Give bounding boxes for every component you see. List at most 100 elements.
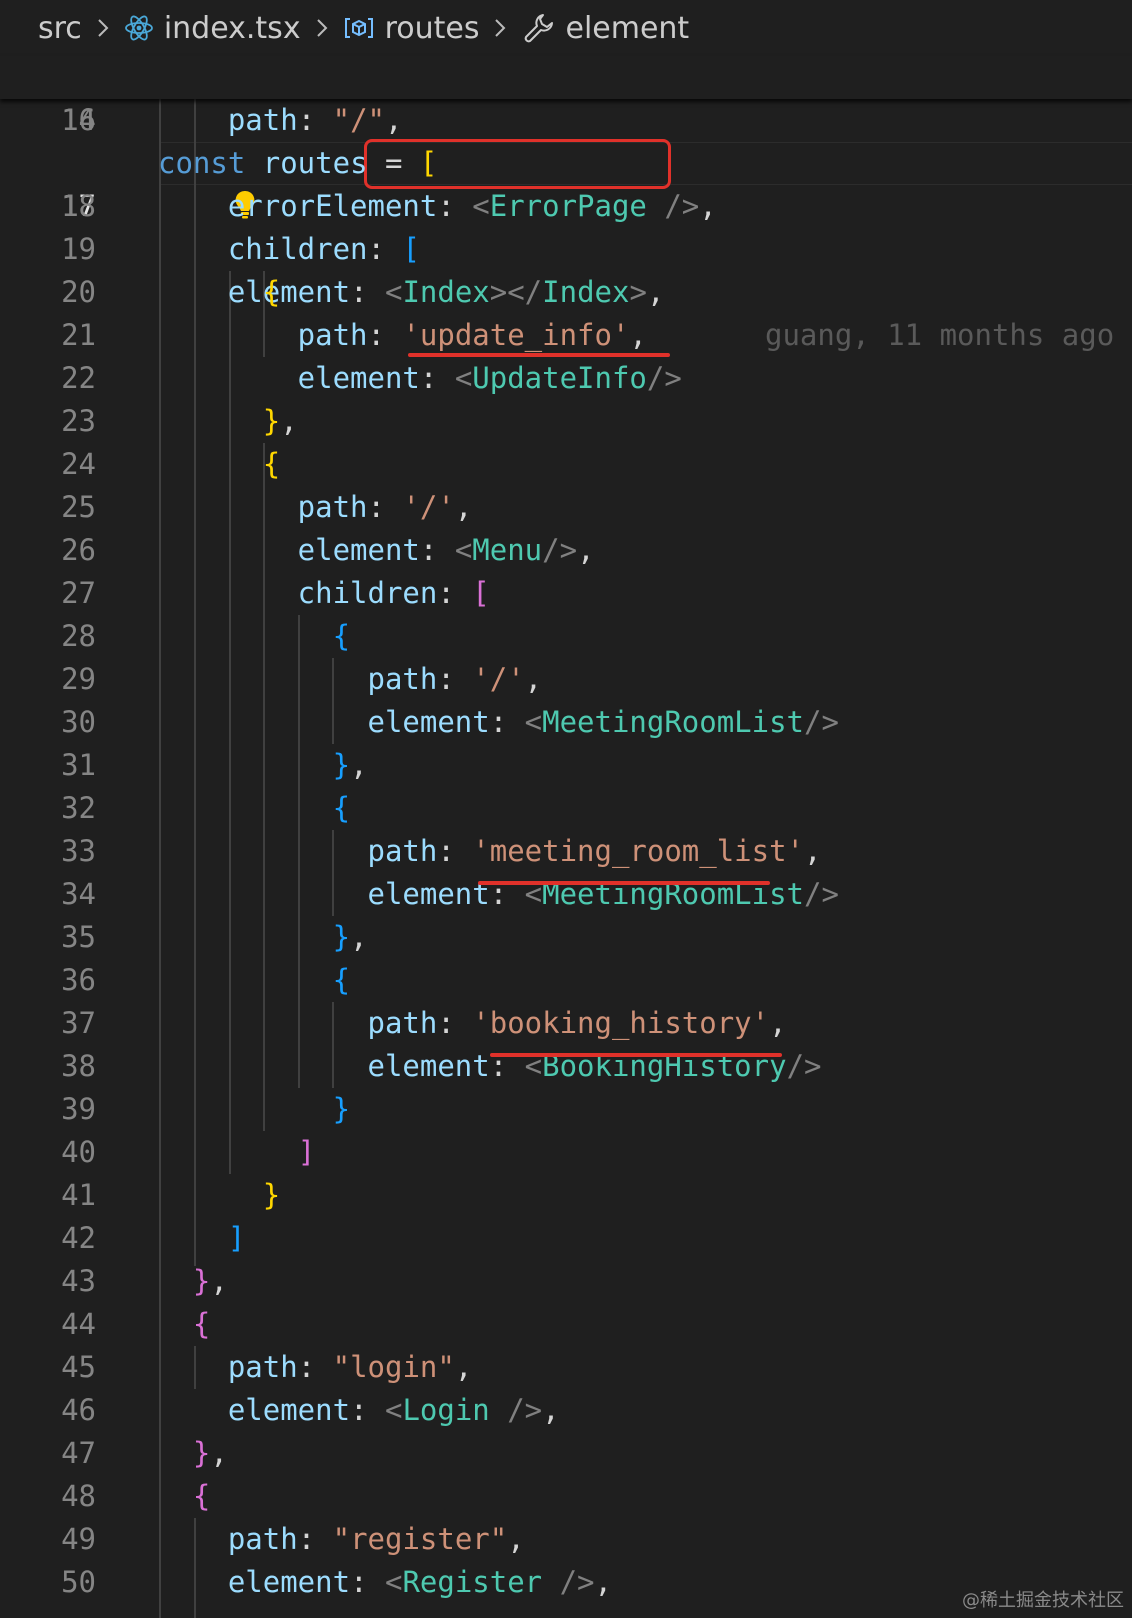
code-editor[interactable]: 16 path: "/", 17 element: <Index></Index… — [0, 99, 1132, 1618]
breadcrumb-item-src[interactable]: src — [38, 11, 82, 46]
line-code: element: <BookingHistory/> — [158, 1045, 822, 1088]
line-number: 22 — [61, 361, 96, 395]
code-line: 42 ] — [0, 1217, 1132, 1260]
code-token: element — [158, 533, 420, 567]
code-token: : — [489, 705, 525, 739]
line-code: } — [158, 1088, 350, 1131]
line-code: path: "/", — [158, 99, 403, 142]
code-token: element — [158, 1393, 351, 1427]
code-token: , — [804, 834, 822, 868]
line-code: children: [ — [158, 228, 420, 271]
breadcrumb-item-element[interactable]: element — [521, 11, 689, 46]
code-line: 33 path: 'meeting_room_list', — [0, 830, 1132, 873]
code-line: 45 path: "login", — [0, 1346, 1132, 1389]
code-line: 35 }, — [0, 916, 1132, 959]
code-token: } — [332, 1092, 351, 1126]
code-token: : — [367, 318, 403, 352]
code-line: 18 errorElement: <ErrorPage />, — [0, 185, 1132, 228]
chevron-right-icon — [493, 17, 507, 39]
code-token: , — [280, 404, 298, 438]
code-token: , — [542, 1393, 560, 1427]
breadcrumb-item-file[interactable]: index.tsx — [124, 11, 301, 46]
code-token: [ — [402, 232, 420, 266]
line-code: { — [158, 959, 350, 1002]
line-number: 49 — [61, 1522, 96, 1556]
code-token: /> — [786, 1049, 822, 1083]
line-code: path: 'booking_history', — [158, 1002, 787, 1045]
line-number: 35 — [61, 920, 96, 954]
code-token: /> — [489, 1393, 543, 1427]
code-token: /> — [804, 877, 839, 911]
annotation-underline — [490, 1053, 782, 1057]
code-token: < — [454, 361, 473, 395]
chevron-right-icon — [96, 17, 110, 39]
code-token: , — [629, 318, 647, 352]
line-number: 14 — [61, 103, 96, 137]
code-line: 30 element: <MeetingRoomList/> — [0, 701, 1132, 744]
code-token: : — [437, 189, 473, 223]
code-token: 'booking_history' — [472, 1006, 770, 1040]
code-line: 37 path: 'booking_history', — [0, 1002, 1132, 1045]
code-token: , — [210, 1436, 228, 1470]
sticky-scroll-header[interactable]: 14 const routes = [ — [0, 56, 1132, 180]
watermark: @稀土掘金技术社区 — [962, 1590, 1124, 1611]
line-number: 39 — [61, 1092, 96, 1126]
breadcrumb-label: src — [38, 10, 82, 46]
line-code: element: <Register />, — [158, 1561, 612, 1604]
code-token: 'update_info' — [402, 318, 630, 352]
line-code: }, — [158, 1260, 228, 1303]
code-token: , — [350, 748, 368, 782]
code-token: element — [158, 705, 490, 739]
annotation-underline — [408, 353, 670, 357]
line-number: 40 — [61, 1135, 96, 1169]
line-number: 24 — [61, 447, 96, 481]
line-code: children: [ — [158, 572, 490, 615]
code-token: , — [350, 920, 368, 954]
line-code: ] — [158, 1217, 245, 1260]
annotation-underline — [478, 881, 770, 885]
code-line: 39 } — [0, 1088, 1132, 1131]
breadcrumb-label: element — [565, 10, 690, 46]
code-token: { — [332, 963, 351, 997]
line-number: 34 — [61, 877, 96, 911]
line-number: 33 — [61, 834, 96, 868]
code-token: : — [437, 1006, 473, 1040]
code-token: MeetingRoomList — [542, 705, 805, 739]
line-number: 21 — [61, 318, 96, 352]
breadcrumb-item-routes[interactable]: routes — [343, 11, 479, 46]
code-line: 28 { — [0, 615, 1132, 658]
code-line: 47 }, — [0, 1432, 1132, 1475]
code-token: path — [158, 1006, 438, 1040]
code-token: /> — [542, 1565, 595, 1599]
code-token: } — [332, 748, 351, 782]
code-token: [ — [472, 576, 490, 610]
line-code: element: <UpdateInfo/> — [158, 357, 682, 400]
line-code: }, — [158, 744, 368, 787]
code-token: < — [384, 1393, 403, 1427]
code-line: 24 { — [0, 443, 1132, 486]
code-token: path — [158, 103, 298, 137]
code-token: '/' — [402, 490, 455, 524]
code-line: 20 { — [0, 271, 1132, 314]
code-token: , — [507, 1522, 525, 1556]
code-token: , — [454, 490, 473, 524]
line-number: 43 — [61, 1264, 96, 1298]
code-token: { — [262, 447, 281, 481]
code-token: /> — [804, 705, 839, 739]
code-token: , — [577, 533, 595, 567]
code-token: : — [437, 576, 473, 610]
code-token: "/" — [332, 103, 385, 137]
code-line: 19 children: [ — [0, 228, 1132, 271]
code-token: } — [332, 920, 351, 954]
line-number: 29 — [61, 662, 96, 696]
line-code: element: <Login />, — [158, 1389, 560, 1432]
line-number: 32 — [61, 791, 96, 825]
code-token: < — [472, 189, 490, 223]
